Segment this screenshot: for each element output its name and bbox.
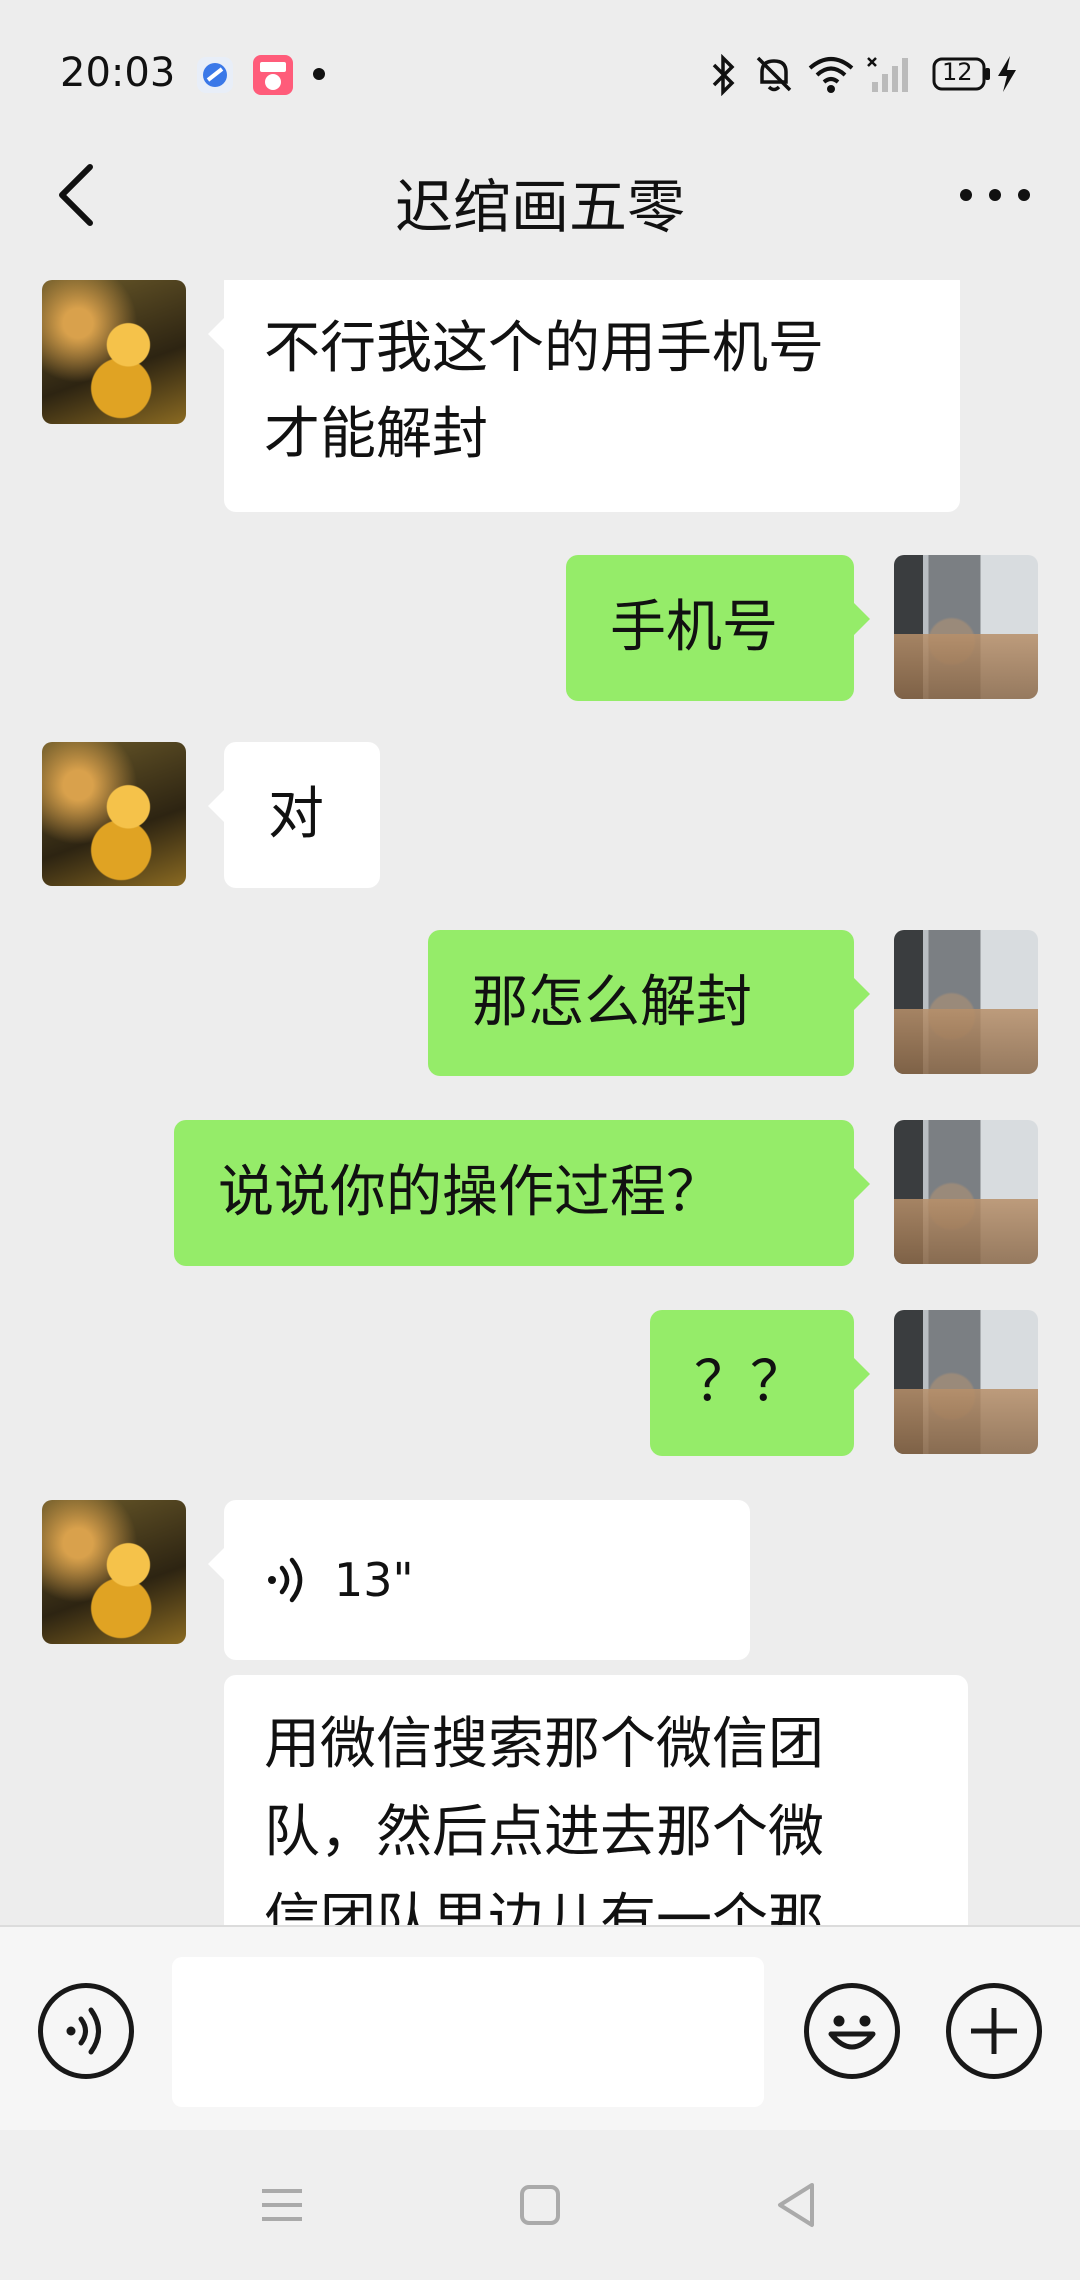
voice-input-button[interactable] [38,1983,134,2079]
message-text: ？？ [694,1350,806,1415]
message-list[interactable]: 不行我这个的用手机号 才能解封 手机号 对 那怎么解封 说说你的操作过程？ ？？ [0,280,1080,1925]
message-text: 手机号 [610,595,778,660]
voice-duration: 13" [334,1553,414,1607]
app-blue-icon [196,56,234,94]
plus-icon [971,2008,1017,2054]
emoji-icon [828,2015,876,2050]
battery-level: 12 [942,58,973,86]
home-square-icon [520,2185,560,2225]
app-pink-icon [252,54,294,96]
message-text: 那怎么解封 [472,970,752,1035]
message-line: 不行我这个的用手机号 [264,316,824,381]
voice-wave-icon [268,1557,303,1603]
sent-message[interactable]: 说说你的操作过程？ [174,1120,870,1266]
contact-avatar[interactable] [42,742,186,886]
contact-avatar[interactable] [42,1500,186,1644]
sent-message[interactable]: 手机号 [566,555,870,701]
add-button[interactable] [946,1983,1042,2079]
voice-input-icon [66,2007,101,2055]
message-line: 用微信搜索那个微信团 [264,1712,824,1777]
received-message[interactable]: 不行我这个的用手机号 才能解封 [208,280,960,512]
my-avatar[interactable] [894,1310,1038,1454]
signal-icon [866,54,916,94]
charging-icon [994,54,1020,94]
chat-title: 迟绾画五零 [394,173,685,241]
contact-avatar[interactable] [42,280,186,424]
battery-icon: 12 [932,56,992,92]
message-line: 信团队里边儿有一个那 [264,1888,824,1925]
system-nav-bar [0,2130,1080,2280]
nav-menu-button[interactable] [252,2175,312,2235]
received-message[interactable]: 对 [208,742,380,888]
input-bar [0,1925,1080,2132]
status-bar: 20:03 12 [0,0,1080,150]
nav-home-button[interactable] [510,2175,570,2235]
more-button[interactable] [950,155,1040,235]
emoji-button[interactable] [804,1983,900,2079]
menu-icon [262,2189,302,2221]
message-input[interactable] [172,1957,764,2107]
my-avatar[interactable] [894,555,1038,699]
chat-header: 迟绾画五零 [0,130,1080,280]
my-avatar[interactable] [894,1120,1038,1264]
bluetooth-icon [708,53,738,97]
mute-icon [752,52,796,96]
nav-back-button[interactable] [766,2175,826,2235]
sent-message[interactable]: 那怎么解封 [428,930,870,1076]
message-line: 才能解封 [264,402,488,467]
more-dots-icon [960,189,1030,201]
message-line: 队，然后点进去那个微 [264,1800,824,1865]
message-text: 对 [268,782,324,847]
message-text: 说说你的操作过程？ [218,1160,722,1225]
my-avatar[interactable] [894,930,1038,1074]
status-time: 20:03 [60,50,176,96]
notification-dot-icon [313,68,325,80]
voice-message[interactable]: 13" [208,1500,750,1660]
chat-screen: 20:03 12 迟绾画五零 不行我这个的用手机号 才能解封 手机号 对 那怎么… [0,0,1080,2280]
wifi-icon [806,54,856,94]
received-message[interactable]: 用微信搜索那个微信团 队，然后点进去那个微 信团队里边儿有一个那 [224,1675,968,1925]
back-triangle-icon [778,2183,814,2227]
sent-message[interactable]: ？？ [650,1310,870,1456]
